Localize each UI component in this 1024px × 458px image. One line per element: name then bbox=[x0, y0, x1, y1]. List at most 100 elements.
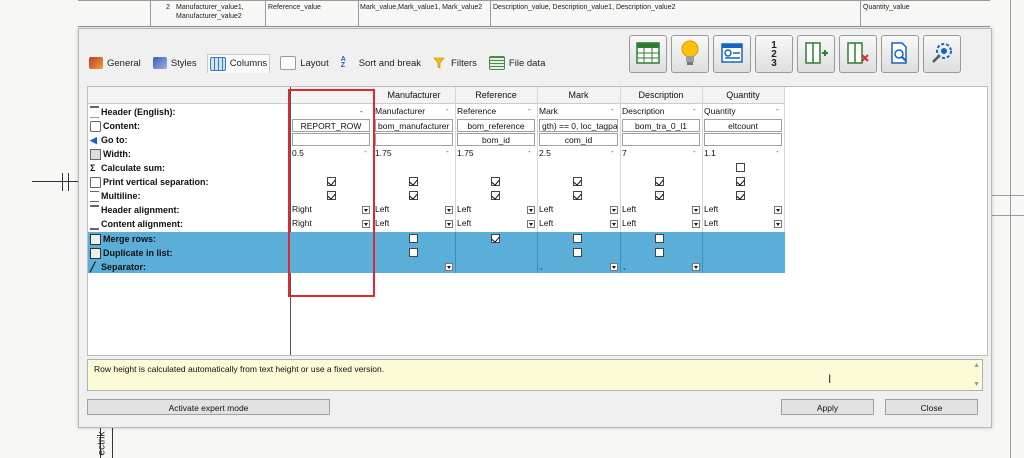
row-label-content-alignment: Content alignment: bbox=[90, 217, 183, 231]
content-input[interactable]: bom_tra_0_l1 bbox=[622, 119, 700, 132]
tab-sort-and-break[interactable]: AZ Sort and break bbox=[339, 54, 423, 72]
tips-button[interactable] bbox=[671, 35, 709, 73]
settings-button[interactable] bbox=[923, 35, 961, 73]
width-value[interactable]: 1.1 bbox=[704, 147, 764, 160]
scroll-down-icon[interactable]: ▼ bbox=[973, 381, 980, 388]
preview-button[interactable] bbox=[881, 35, 919, 73]
sort-icon: AZ bbox=[340, 56, 346, 69]
goto-input[interactable] bbox=[622, 133, 700, 146]
chevron-down-icon[interactable] bbox=[527, 206, 535, 214]
duplicate-checkbox[interactable] bbox=[573, 248, 582, 257]
duplicate-checkbox[interactable] bbox=[409, 248, 418, 257]
column-header-manufacturer[interactable]: Manufacturer bbox=[373, 87, 456, 104]
multiline-checkbox[interactable] bbox=[491, 191, 500, 200]
multiline-checkbox[interactable] bbox=[409, 191, 418, 200]
bg-text: Manufacturer_value2 bbox=[176, 13, 242, 20]
merge-rows-checkbox[interactable] bbox=[573, 234, 582, 243]
print-vsep-checkbox[interactable] bbox=[736, 177, 745, 186]
chevron-down-icon[interactable] bbox=[445, 263, 453, 271]
calculate-sum-checkbox[interactable] bbox=[736, 163, 745, 172]
header-alignment-select[interactable]: Left bbox=[457, 203, 517, 216]
print-vsep-checkbox[interactable] bbox=[491, 177, 500, 186]
goto-input[interactable]: com_id bbox=[539, 133, 618, 146]
merge-rows-checkbox[interactable] bbox=[491, 234, 500, 243]
content-input[interactable]: bom_manufacturer bbox=[375, 119, 453, 132]
chevron-down-icon[interactable] bbox=[445, 220, 453, 228]
goto-input[interactable] bbox=[704, 133, 782, 146]
multiline-checkbox[interactable] bbox=[655, 191, 664, 200]
chevron-down-icon[interactable] bbox=[774, 220, 782, 228]
column-header-quantity[interactable]: Quantity bbox=[702, 87, 785, 104]
content-input[interactable]: bom_reference bbox=[457, 119, 535, 132]
tab-file-data[interactable]: File data bbox=[487, 54, 547, 72]
tab-styles[interactable]: Styles bbox=[151, 54, 199, 72]
column-header-description[interactable]: Description bbox=[620, 87, 703, 104]
column-header-reference[interactable]: Reference bbox=[455, 87, 538, 104]
header-alignment-select[interactable]: Left bbox=[375, 203, 435, 216]
tab-general[interactable]: General bbox=[87, 54, 143, 72]
row-label-text: Separator: bbox=[101, 262, 147, 272]
content-alignment-select[interactable]: Left bbox=[622, 217, 682, 230]
chevron-down-icon[interactable] bbox=[610, 206, 618, 214]
header-alignment-select[interactable]: Left bbox=[704, 203, 764, 216]
chevron-down-icon[interactable] bbox=[610, 220, 618, 228]
print-vsep-checkbox[interactable] bbox=[655, 177, 664, 186]
header-cell[interactable]: Description bbox=[622, 105, 694, 118]
dash-marker: - bbox=[693, 147, 696, 156]
chevron-down-icon[interactable] bbox=[445, 206, 453, 214]
header-cell[interactable]: Mark bbox=[539, 105, 611, 118]
header-cell[interactable]: Manufacturer bbox=[375, 105, 447, 118]
table-settings-button[interactable] bbox=[713, 35, 751, 73]
header-cell[interactable]: Reference bbox=[457, 105, 529, 118]
width-value[interactable]: 1.75 bbox=[375, 147, 435, 160]
width-value[interactable]: 7 bbox=[622, 147, 682, 160]
content-alignment-select[interactable]: Left bbox=[457, 217, 517, 230]
row-label-duplicate-in-list: Duplicate in list: bbox=[90, 246, 173, 260]
column-header-mark[interactable]: Mark bbox=[537, 87, 621, 104]
content-input[interactable]: gth) == 0, loc_tagpa bbox=[539, 119, 618, 132]
content-alignment-select[interactable]: Left bbox=[704, 217, 764, 230]
duplicate-checkbox[interactable] bbox=[655, 248, 664, 257]
activate-expert-mode-button[interactable]: Activate expert mode bbox=[87, 399, 330, 415]
header-alignment-select[interactable]: Left bbox=[622, 203, 682, 216]
close-button[interactable]: Close bbox=[885, 399, 978, 415]
separator-value[interactable]: , bbox=[540, 260, 560, 273]
header-cell[interactable]: Quantity bbox=[704, 105, 776, 118]
merge-rows-checkbox[interactable] bbox=[409, 234, 418, 243]
separator-value[interactable]: , bbox=[623, 260, 643, 273]
tab-layout[interactable]: Layout bbox=[278, 54, 331, 72]
table-button[interactable] bbox=[629, 35, 667, 73]
add-column-button[interactable] bbox=[797, 35, 835, 73]
header-alignment-select[interactable]: Left bbox=[539, 203, 599, 216]
chevron-down-icon[interactable] bbox=[692, 263, 700, 271]
print-vsep-checkbox[interactable] bbox=[573, 177, 582, 186]
row-label-header bbox=[88, 87, 291, 104]
goto-input[interactable]: bom_id bbox=[457, 133, 535, 146]
numbering-button[interactable]: 1 2 3 bbox=[755, 35, 793, 73]
delete-column-button[interactable] bbox=[839, 35, 877, 73]
chevron-down-icon[interactable] bbox=[610, 263, 618, 271]
scroll-up-icon[interactable]: ▲ bbox=[973, 362, 980, 369]
content-alignment-select[interactable]: Left bbox=[539, 217, 599, 230]
chevron-down-icon[interactable] bbox=[692, 220, 700, 228]
row-label-text: Width: bbox=[103, 149, 131, 159]
bg-text: Quantity_value bbox=[863, 4, 910, 11]
width-value[interactable]: 2.5 bbox=[539, 147, 599, 160]
content-input[interactable]: eltcount bbox=[704, 119, 782, 132]
tab-filters[interactable]: Filters bbox=[431, 54, 479, 72]
chevron-down-icon[interactable] bbox=[774, 206, 782, 214]
apply-button[interactable]: Apply bbox=[781, 399, 874, 415]
goto-input[interactable] bbox=[375, 133, 453, 146]
content-alignment-select[interactable]: Left bbox=[375, 217, 435, 230]
chevron-down-icon[interactable] bbox=[692, 206, 700, 214]
merge-rows-checkbox[interactable] bbox=[655, 234, 664, 243]
print-icon bbox=[90, 176, 101, 188]
row-label-text: Go to: bbox=[101, 135, 128, 145]
bg-text: Mark_value,Mark_value1, Mark_value2 bbox=[360, 4, 483, 11]
multiline-checkbox[interactable] bbox=[573, 191, 582, 200]
width-value[interactable]: 1.75 bbox=[457, 147, 517, 160]
multiline-checkbox[interactable] bbox=[736, 191, 745, 200]
chevron-down-icon[interactable] bbox=[527, 220, 535, 228]
tab-columns[interactable]: Columns bbox=[206, 53, 271, 73]
print-vsep-checkbox[interactable] bbox=[409, 177, 418, 186]
